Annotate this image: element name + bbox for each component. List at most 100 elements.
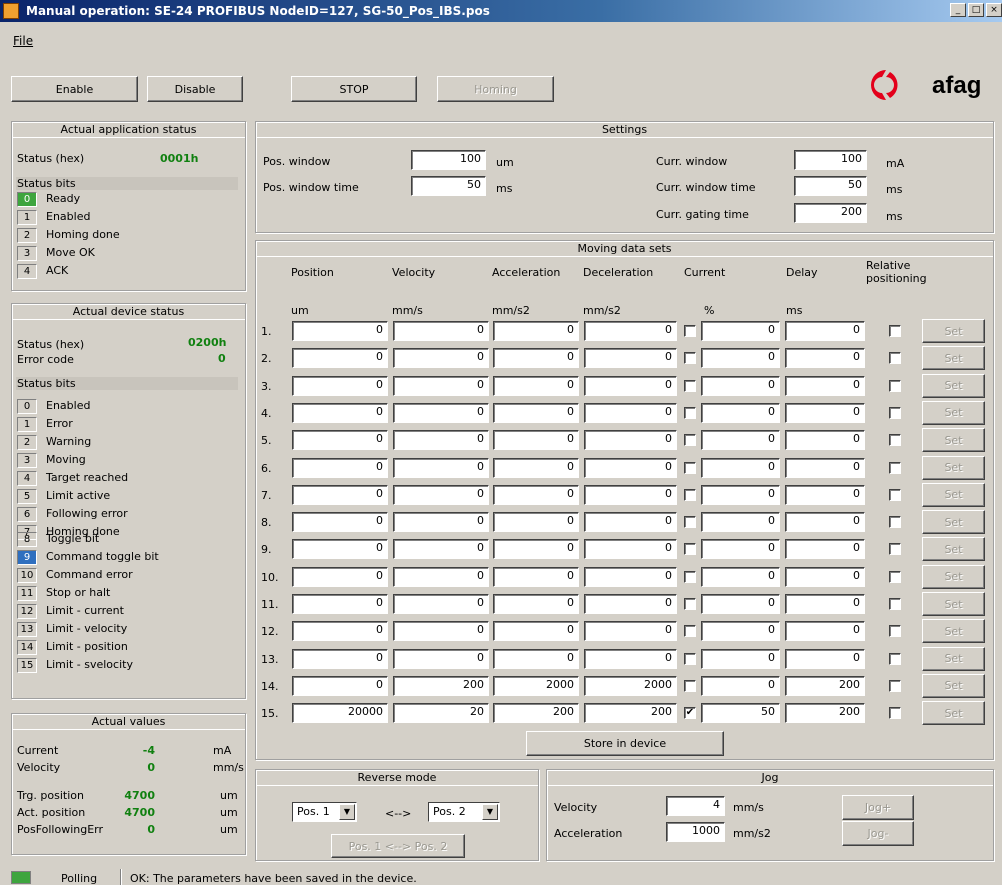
acceleration-input[interactable]: 0 [493, 512, 579, 533]
velocity-input[interactable]: 0 [393, 512, 489, 533]
current-checkbox[interactable] [684, 516, 696, 529]
velocity-input[interactable]: 0 [393, 566, 489, 587]
current-input[interactable]: 0 [701, 348, 780, 369]
pos-window-time-input[interactable]: 50 [411, 176, 486, 196]
deceleration-input[interactable]: 0 [584, 512, 677, 533]
acceleration-input[interactable]: 0 [493, 321, 579, 341]
current-checkbox[interactable] [684, 379, 696, 392]
stop-button[interactable]: STOP [291, 76, 417, 102]
jog-minus-button[interactable]: Jog- [842, 821, 914, 846]
deceleration-input[interactable]: 0 [584, 594, 677, 614]
reverse-toggle-button[interactable]: Pos. 1 <--> Pos. 2 [331, 834, 465, 858]
minimize-button[interactable]: _ [950, 3, 966, 17]
current-checkbox[interactable] [684, 406, 696, 419]
set-button[interactable]: Set [922, 373, 985, 398]
current-checkbox[interactable] [684, 679, 696, 692]
relative-checkbox[interactable] [889, 434, 901, 447]
set-button[interactable]: Set [922, 428, 985, 453]
set-button[interactable]: Set [922, 592, 985, 616]
delay-input[interactable]: 0 [785, 594, 865, 614]
title-bar[interactable]: Manual operation: SE-24 PROFIBUS NodeID=… [0, 0, 1002, 22]
delay-input[interactable]: 200 [785, 703, 865, 724]
current-input[interactable]: 0 [701, 430, 780, 451]
relative-checkbox[interactable] [889, 488, 901, 501]
store-in-device-button[interactable]: Store in device [526, 731, 724, 756]
set-button[interactable]: Set [922, 482, 985, 507]
current-input[interactable]: 0 [701, 321, 780, 341]
delay-input[interactable]: 0 [785, 484, 865, 505]
delay-input[interactable]: 0 [785, 457, 865, 478]
position-input[interactable]: 0 [292, 402, 388, 423]
velocity-input[interactable]: 0 [393, 430, 489, 451]
current-input[interactable]: 50 [701, 703, 780, 724]
enable-button[interactable]: Enable [11, 76, 138, 102]
velocity-input[interactable]: 200 [393, 675, 489, 696]
position-input[interactable]: 0 [292, 484, 388, 505]
acceleration-input[interactable]: 0 [493, 648, 579, 669]
velocity-input[interactable]: 0 [393, 348, 489, 369]
relative-checkbox[interactable] [889, 325, 901, 337]
set-button[interactable]: Set [922, 701, 985, 726]
current-checkbox[interactable] [684, 488, 696, 501]
position-input[interactable]: 0 [292, 539, 388, 560]
delay-input[interactable]: 200 [785, 675, 865, 696]
current-checkbox[interactable] [684, 325, 696, 337]
maximize-button[interactable]: □ [968, 3, 984, 17]
pos-window-input[interactable]: 100 [411, 150, 486, 170]
set-button[interactable]: Set [922, 319, 985, 343]
delay-input[interactable]: 0 [785, 566, 865, 587]
acceleration-input[interactable]: 0 [493, 484, 579, 505]
set-button[interactable]: Set [922, 619, 985, 644]
set-button[interactable]: Set [922, 510, 985, 535]
delay-input[interactable]: 0 [785, 539, 865, 560]
set-button[interactable]: Set [922, 400, 985, 425]
jog-plus-button[interactable]: Jog+ [842, 795, 914, 820]
relative-checkbox[interactable] [889, 352, 901, 365]
acceleration-input[interactable]: 0 [493, 594, 579, 614]
current-checkbox[interactable] [684, 434, 696, 447]
current-input[interactable]: 0 [701, 648, 780, 669]
relative-checkbox[interactable] [889, 379, 901, 392]
deceleration-input[interactable]: 0 [584, 430, 677, 451]
delay-input[interactable]: 0 [785, 402, 865, 423]
position-input[interactable]: 20000 [292, 703, 388, 724]
current-input[interactable]: 0 [701, 375, 780, 396]
current-checkbox[interactable] [684, 652, 696, 665]
current-input[interactable]: 0 [701, 402, 780, 423]
deceleration-input[interactable]: 0 [584, 457, 677, 478]
current-checkbox[interactable] [684, 598, 696, 610]
set-button[interactable]: Set [922, 455, 985, 480]
deceleration-input[interactable]: 0 [584, 648, 677, 669]
curr-window-time-input[interactable]: 50 [794, 176, 867, 196]
velocity-input[interactable]: 0 [393, 621, 489, 642]
pos1-select[interactable]: Pos. 1 ▼ [292, 802, 357, 822]
deceleration-input[interactable]: 200 [584, 703, 677, 724]
acceleration-input[interactable]: 0 [493, 430, 579, 451]
relative-checkbox[interactable] [889, 707, 901, 720]
current-input[interactable]: 0 [701, 566, 780, 587]
acceleration-input[interactable]: 0 [493, 375, 579, 396]
menu-file[interactable]: File [13, 34, 33, 48]
deceleration-input[interactable]: 0 [584, 321, 677, 341]
curr-gating-input[interactable]: 200 [794, 203, 867, 223]
position-input[interactable]: 0 [292, 321, 388, 341]
relative-checkbox[interactable] [889, 625, 901, 638]
curr-window-input[interactable]: 100 [794, 150, 867, 170]
jog-velocity-input[interactable]: 4 [666, 796, 725, 816]
velocity-input[interactable]: 0 [393, 539, 489, 560]
deceleration-input[interactable]: 2000 [584, 675, 677, 696]
homing-button[interactable]: Homing [437, 76, 554, 102]
position-input[interactable]: 0 [292, 621, 388, 642]
position-input[interactable]: 0 [292, 566, 388, 587]
current-checkbox[interactable] [684, 625, 696, 638]
velocity-input[interactable]: 0 [393, 321, 489, 341]
velocity-input[interactable]: 0 [393, 457, 489, 478]
position-input[interactable]: 0 [292, 430, 388, 451]
acceleration-input[interactable]: 0 [493, 539, 579, 560]
current-checkbox[interactable] [684, 352, 696, 365]
relative-checkbox[interactable] [889, 461, 901, 474]
position-input[interactable]: 0 [292, 594, 388, 614]
set-button[interactable]: Set [922, 646, 985, 671]
velocity-input[interactable]: 0 [393, 484, 489, 505]
current-checkbox[interactable] [684, 570, 696, 583]
